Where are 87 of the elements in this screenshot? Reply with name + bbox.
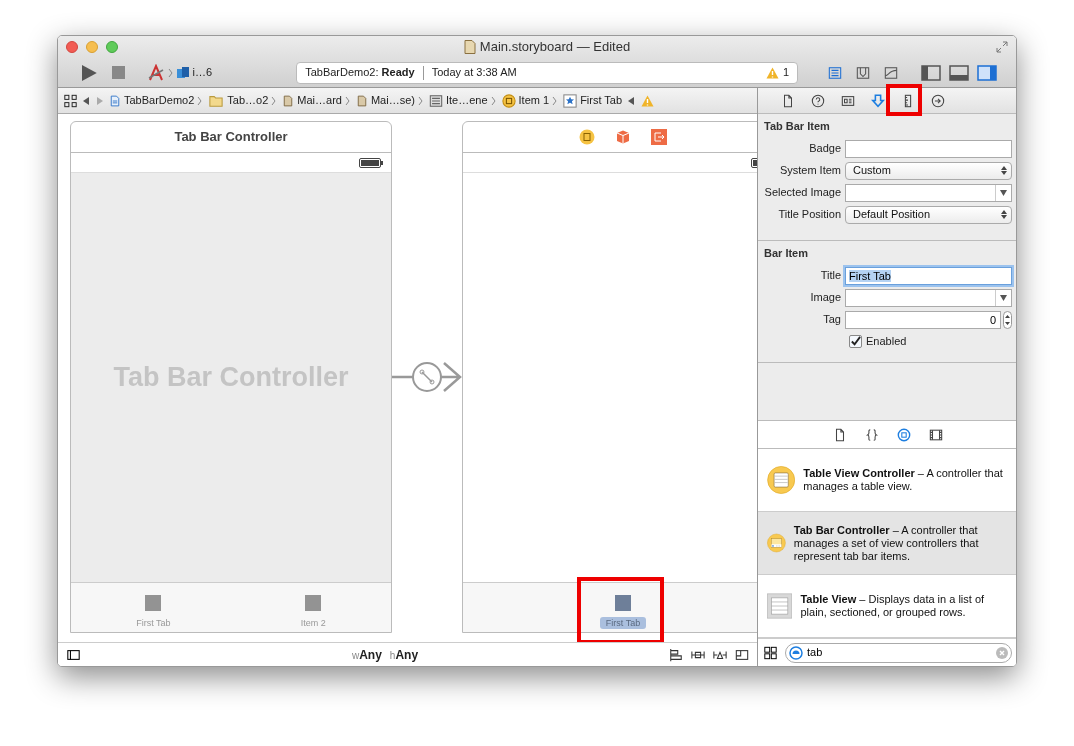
breadcrumb[interactable]: Mai…ard (282, 92, 350, 109)
checkbox-label: Enabled (866, 334, 907, 350)
zoom-button[interactable] (106, 41, 118, 53)
library-item-description: Tab Bar Controller – A controller that manages a set of view controllers that represent tab bar items. (793, 523, 980, 563)
scene-title: Tab Bar Controller (174, 128, 288, 147)
popup-button[interactable]: Custom (845, 161, 1012, 180)
cube-icon[interactable] (615, 129, 631, 145)
breadcrumb[interactable]: First Tab (563, 92, 623, 109)
field-label: Badge (808, 141, 842, 157)
sidebar-toggle-icon[interactable] (66, 647, 81, 662)
stop-icon[interactable] (111, 66, 125, 79)
stepper[interactable] (1003, 310, 1012, 329)
run-icon[interactable] (80, 63, 98, 82)
status-project: TabBarDemo2: Ready (305, 65, 415, 81)
status-time: Today at 3:38 AM (431, 65, 517, 81)
project-file-icon[interactable] (109, 93, 121, 108)
tag-field[interactable]: 0 (845, 310, 1001, 329)
chevron-icon (344, 95, 350, 106)
view-toggle-button[interactable] (976, 63, 998, 82)
chevron-icon (552, 95, 558, 106)
field-label: Tag (822, 312, 842, 328)
controller-icon[interactable] (501, 93, 516, 108)
tab-item-icon[interactable] (145, 595, 162, 611)
up-down-arrows-icon (1001, 166, 1007, 175)
tab-item-icon[interactable] (305, 595, 322, 611)
library-item[interactable]: Tab Bar Controller – A controller that manages a set of view controllers that represent tab bar items. (758, 512, 1016, 575)
library-item[interactable]: Table View Controller – A controller that manages a table view. (758, 449, 1016, 512)
popup-button[interactable]: Default Position (845, 205, 1012, 224)
library-tab[interactable] (897, 427, 911, 442)
related-items-icon[interactable] (64, 93, 77, 108)
storyboard-file-icon (463, 40, 476, 54)
view-toggle-button[interactable] (920, 63, 942, 82)
align-icon[interactable] (669, 647, 683, 662)
chevron-icon (197, 95, 203, 106)
library-tab[interactable] (833, 427, 847, 442)
fullscreen-icon[interactable] (996, 41, 1008, 53)
library-tab[interactable] (929, 427, 943, 442)
text-field[interactable] (845, 139, 1012, 158)
battery-icon (359, 157, 383, 168)
controller-icon[interactable] (579, 129, 595, 145)
inspector-tab[interactable] (841, 93, 855, 108)
field-label: Title (819, 268, 842, 284)
combo-box[interactable] (845, 183, 1012, 202)
size-class-width[interactable]: wAny (351, 645, 382, 664)
breadcrumb[interactable]: TabBarDemo2 (109, 92, 203, 109)
section-title: Bar Item (764, 246, 810, 261)
storyboard-file-icon[interactable] (282, 93, 295, 108)
inspector-tab[interactable] (871, 93, 885, 108)
chevron-icon (167, 67, 173, 78)
library-item-description: Table View Controller – A controller that manages a table view. (803, 467, 1004, 493)
library-item-description: Table View – Displays data in a list of plain, sectioned, or grouped rows. (800, 593, 986, 619)
filter-icon (789, 645, 803, 660)
text-field[interactable]: First Tab (845, 266, 1012, 285)
scheme-label[interactable]: i…6 (192, 64, 213, 81)
field-label: Title Position (777, 207, 842, 223)
up-down-arrows-icon (1001, 210, 1007, 219)
breadcrumb[interactable]: Item 1 (501, 92, 558, 109)
inspector-tab[interactable] (781, 93, 795, 108)
inspector-tab[interactable] (931, 93, 945, 108)
chevron-icon (417, 95, 423, 106)
library-tab[interactable] (865, 427, 879, 442)
field-label: Image (809, 290, 842, 306)
grid-view-icon[interactable] (764, 645, 777, 660)
search-field[interactable]: tab (785, 642, 1012, 663)
breadcrumb[interactable]: Mai…se) (355, 92, 423, 109)
library-item[interactable]: Table View – Displays data in a list of plain, sectioned, or grouped rows. (758, 575, 1016, 638)
breadcrumb[interactable]: Tab…o2 (208, 92, 277, 109)
chevron-icon (271, 95, 277, 106)
warning-count[interactable]: 1 (782, 64, 789, 81)
view-toggle-button[interactable] (948, 63, 970, 82)
device-icon[interactable] (175, 65, 190, 80)
highlight-frame (886, 84, 922, 116)
scene-icon[interactable] (428, 93, 443, 108)
close-button[interactable] (66, 41, 78, 53)
field-label: Selected Image (764, 185, 842, 201)
window-title: Main.storyboard — Edited (479, 38, 631, 57)
section-title: Tab Bar Item (764, 119, 831, 134)
chevron-icon (490, 95, 496, 106)
resize-icon[interactable] (735, 647, 749, 662)
enabled-checkbox[interactable] (849, 335, 862, 348)
inspector-tab[interactable] (811, 93, 825, 108)
exit-icon[interactable] (651, 129, 667, 145)
breadcrumb[interactable]: Ite…ene (428, 92, 496, 109)
app-icon[interactable] (146, 63, 165, 82)
field-label: System Item (778, 163, 842, 179)
storyboard-file-icon[interactable] (355, 93, 368, 108)
size-class-height[interactable]: hAny (389, 645, 419, 664)
